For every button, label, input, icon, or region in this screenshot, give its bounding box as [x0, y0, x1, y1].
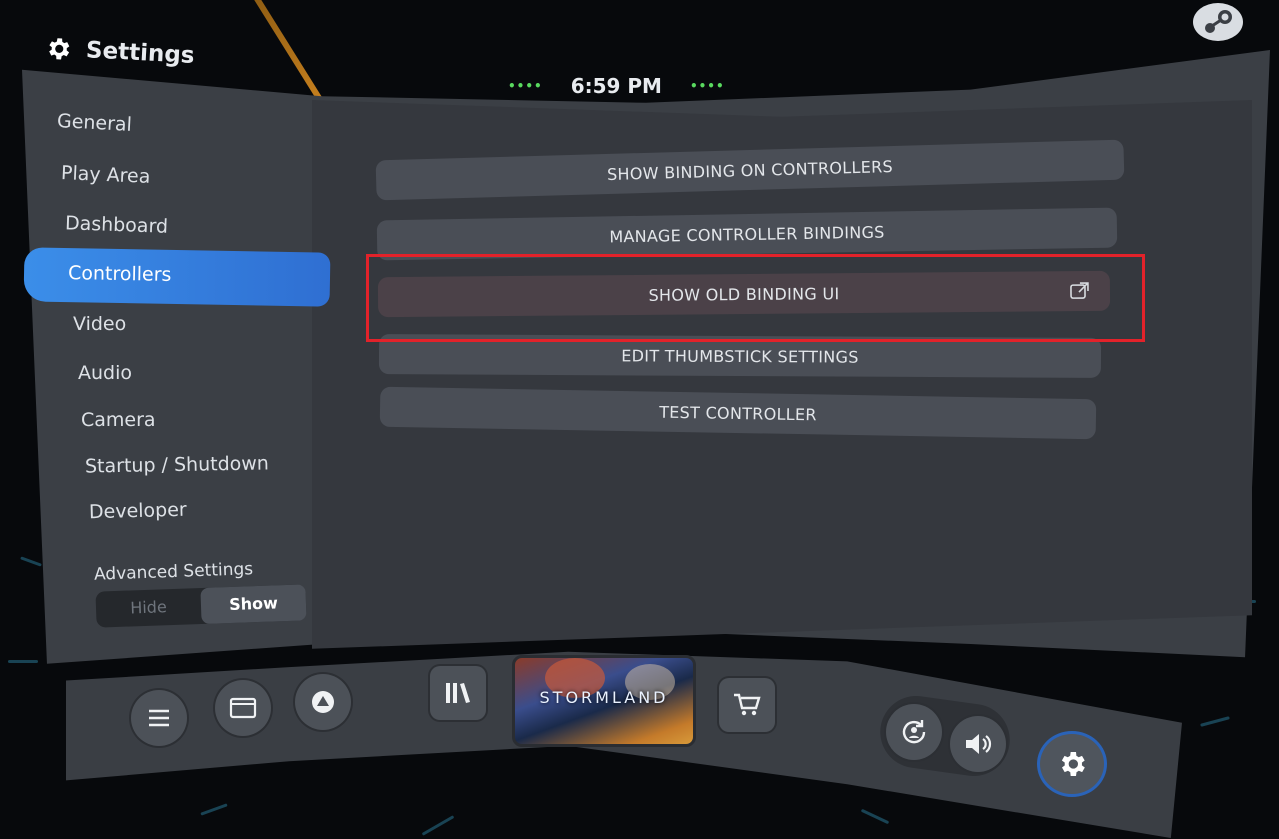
sidebar-item-general[interactable]: General [56, 110, 132, 136]
desktop-view-button[interactable] [215, 680, 271, 736]
volume-icon [966, 734, 992, 754]
sidebar-item-video[interactable]: Video [73, 313, 126, 335]
button-label: EDIT THUMBSTICK SETTINGS [621, 345, 859, 367]
settings-button[interactable] [1040, 734, 1104, 794]
advanced-settings-toggle: Hide Show [95, 584, 307, 628]
status-indicator-right: •••• [689, 79, 725, 93]
sidebar-item-audio[interactable]: Audio [78, 362, 132, 384]
button-label: TEST CONTROLLER [659, 402, 817, 424]
game-thumbnail[interactable]: STORMLAND [512, 655, 696, 747]
menu-icon [149, 709, 169, 727]
library-icon [446, 683, 470, 703]
window-icon [229, 697, 257, 719]
sidebar-item-camera[interactable]: Camera [81, 409, 156, 431]
store-cart-icon [734, 693, 761, 716]
steamvr-home-icon [312, 691, 334, 713]
volume-button[interactable] [950, 716, 1006, 772]
highlight-box [366, 254, 1145, 342]
advanced-show-option[interactable]: Show [200, 584, 307, 624]
steamvr-home-button[interactable] [295, 674, 351, 730]
clock-time: 6:59 PM [570, 74, 662, 98]
advanced-settings-label: Advanced Settings [93, 559, 254, 585]
sidebar-item-play-area[interactable]: Play Area [61, 162, 151, 188]
clock-bar: •••• 6:59 PM •••• [508, 74, 725, 98]
sidebar-item-dashboard[interactable]: Dashboard [65, 212, 169, 238]
sidebar-item-developer[interactable]: Developer [89, 499, 187, 524]
status-indicator-left: •••• [508, 79, 543, 93]
game-title: STORMLAND [539, 688, 669, 707]
store-button[interactable] [719, 678, 775, 732]
button-label: SHOW BINDING ON CONTROLLERS [606, 156, 894, 184]
recenter-icon [902, 720, 926, 744]
button-label: MANAGE CONTROLLER BINDINGS [609, 222, 885, 246]
sidebar-item-controllers[interactable]: Controllers [23, 247, 331, 307]
advanced-hide-option[interactable]: Hide [95, 588, 201, 628]
sidebar: General Play Area Dashboard Controllers … [0, 0, 340, 700]
library-button[interactable] [430, 666, 486, 720]
recenter-button[interactable] [886, 704, 942, 760]
gear-icon [1061, 752, 1085, 776]
menu-button[interactable] [131, 690, 187, 746]
steam-logo-icon[interactable] [1192, 2, 1244, 42]
sidebar-item-startup-shutdown[interactable]: Startup / Shutdown [85, 452, 269, 477]
